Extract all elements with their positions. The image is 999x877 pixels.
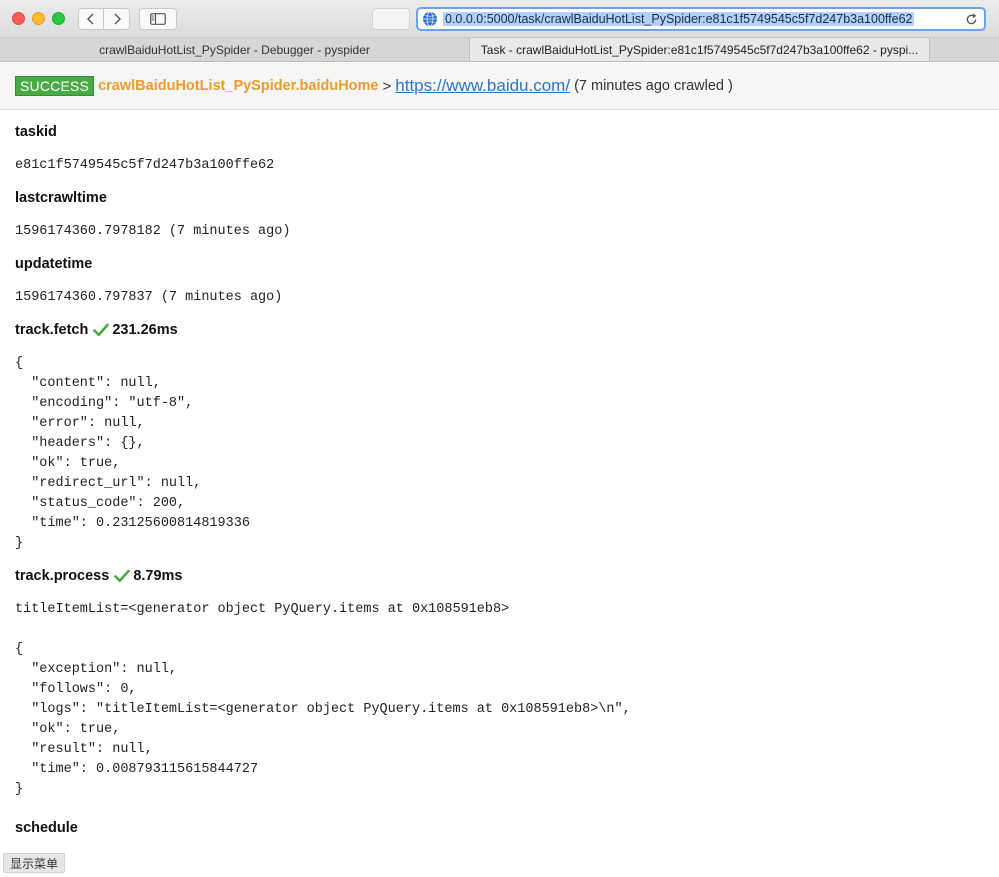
task-header: SUCCESS crawlBaiduHotList_PySpider.baidu… bbox=[0, 63, 999, 110]
process-json: { "exception": null, "follows": 0, "logs… bbox=[15, 642, 631, 797]
section-lastcrawltime-title: lastcrawltime bbox=[15, 190, 107, 206]
updatetime-value: 1596174360.797837 (7 minutes ago) bbox=[15, 290, 283, 305]
forward-button[interactable] bbox=[104, 8, 130, 30]
history-nav bbox=[78, 8, 130, 30]
lastcrawltime-value: 1596174360.7978182 (7 minutes ago) bbox=[15, 224, 291, 239]
tab-bar-empty bbox=[930, 38, 999, 61]
task-detail: taskid e81c1f5749545c5f7d247b3a100ffe62 … bbox=[15, 110, 985, 872]
fetch-title-label: track.fetch bbox=[15, 322, 89, 338]
status-badge: SUCCESS bbox=[15, 76, 95, 96]
reload-icon[interactable] bbox=[965, 13, 978, 26]
close-window-button[interactable] bbox=[12, 12, 25, 25]
address-bar[interactable]: 0.0.0.0:5000/task/crawlBaiduHotList_PySp… bbox=[416, 7, 986, 31]
tab-task[interactable]: Task - crawlBaiduHotList_PySpider:e81c1f… bbox=[470, 38, 930, 61]
process-time: 8.79ms bbox=[133, 568, 183, 584]
toolbar-blank-button[interactable] bbox=[372, 8, 410, 30]
back-button[interactable] bbox=[78, 8, 104, 30]
process-title-label: track.process bbox=[15, 568, 110, 584]
tab-debugger[interactable]: crawlBaiduHotList_PySpider - Debugger - … bbox=[0, 38, 470, 61]
taskid-value: e81c1f5749545c5f7d247b3a100ffe62 bbox=[15, 158, 275, 173]
sidebar-icon bbox=[150, 13, 166, 25]
crawled-time: (7 minutes ago crawled ) bbox=[574, 78, 733, 94]
section-process-title: track.process 8.79ms bbox=[15, 566, 985, 586]
task-url-link[interactable]: https://www.baidu.com/ bbox=[395, 76, 570, 96]
forward-icon bbox=[114, 13, 121, 25]
project-name: crawlBaiduHotList_PySpider.baiduHome bbox=[98, 78, 379, 94]
schedule-json: {} bbox=[15, 852, 985, 872]
sidebar-toggle-button[interactable] bbox=[139, 8, 177, 30]
tab-label: crawlBaiduHotList_PySpider - Debugger - … bbox=[99, 42, 370, 57]
tab-label: Task - crawlBaiduHotList_PySpider:e81c1f… bbox=[480, 42, 919, 57]
minimize-window-button[interactable] bbox=[32, 12, 45, 25]
tab-bar: crawlBaiduHotList_PySpider - Debugger - … bbox=[0, 38, 999, 62]
window-titlebar: 0.0.0.0:5000/task/crawlBaiduHotList_PySp… bbox=[0, 0, 999, 38]
breadcrumb-separator: > bbox=[382, 77, 392, 95]
check-icon bbox=[114, 569, 131, 583]
fetch-json: { "content": null, "encoding": "utf-8", … bbox=[15, 356, 250, 551]
process-log: titleItemList=<generator object PyQuery.… bbox=[15, 602, 510, 617]
section-updatetime-title: updatetime bbox=[15, 256, 93, 272]
check-icon bbox=[93, 323, 110, 337]
fetch-time: 231.26ms bbox=[112, 322, 178, 338]
globe-icon bbox=[423, 11, 437, 27]
section-schedule-title: schedule bbox=[15, 820, 78, 836]
show-menu-button[interactable]: 显示菜单 bbox=[3, 853, 66, 873]
back-icon bbox=[87, 13, 94, 25]
zoom-window-button[interactable] bbox=[52, 12, 65, 25]
url-text[interactable]: 0.0.0.0:5000/task/crawlBaiduHotList_PySp… bbox=[443, 12, 915, 26]
section-taskid-title: taskid bbox=[15, 124, 57, 140]
section-fetch-title: track.fetch 231.26ms bbox=[15, 320, 985, 340]
